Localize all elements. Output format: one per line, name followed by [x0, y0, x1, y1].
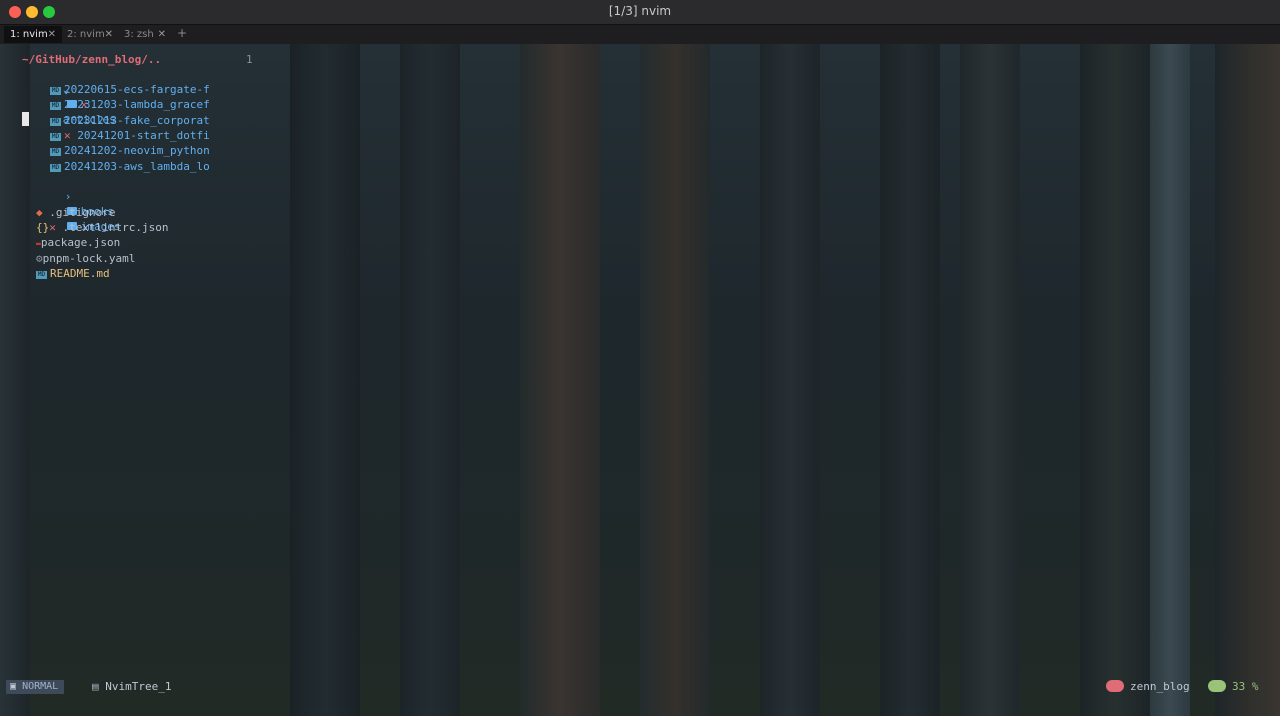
- tab-close-icon[interactable]: ✕: [105, 26, 113, 43]
- file-label: 20231203-lambda_gracef: [64, 98, 210, 111]
- tree-file[interactable]: ◆ .gitignore: [36, 205, 115, 220]
- current-buffer: ▤ NvimTree_1: [92, 678, 171, 696]
- file-label: .textlintrc.json: [62, 221, 169, 234]
- tab-3-zsh[interactable]: 3: zsh ✕: [118, 26, 172, 43]
- title-bar: [1/3] nvim: [0, 0, 1280, 25]
- vim-icon: ▣: [10, 681, 17, 692]
- file-label: 20241201-start_dotfi: [77, 129, 210, 142]
- tab-label: 2: nvim: [67, 29, 105, 40]
- position-indicator: 33 %: [1208, 678, 1259, 696]
- tab-close-icon[interactable]: ✕: [48, 26, 56, 43]
- tree-file[interactable]: {}✕ .textlintrc.json: [36, 220, 168, 235]
- markdown-icon: MD: [50, 164, 61, 172]
- nvim-tree-panel: ~/GitHub/zenn_blog/.. 1 ⌄ ✕ articles MD 2…: [0, 44, 1280, 674]
- gear-icon: ⚙: [36, 252, 43, 265]
- markdown-icon: MD: [36, 271, 47, 279]
- file-label: 20220615-ecs-fargate-f: [64, 83, 210, 96]
- tab-1-nvim[interactable]: 1: nvim ✕: [4, 26, 62, 43]
- file-label: package.json: [40, 236, 121, 249]
- position-percent: 33 %: [1232, 680, 1259, 693]
- project-icon: [1106, 680, 1124, 692]
- terminal-window: [1/3] nvim 1: nvim ✕ 2: nvim ✕ 3: zsh ✕ …: [0, 0, 1280, 716]
- cursor: [22, 112, 29, 126]
- markdown-icon: MD: [50, 148, 61, 156]
- tab-bar: 1: nvim ✕ 2: nvim ✕ 3: zsh ✕: [0, 25, 1280, 44]
- git-icon: ◆: [36, 206, 43, 219]
- file-label: 20241202-neovim_python: [64, 144, 210, 157]
- lines-icon: [1208, 680, 1226, 692]
- project-indicator: zenn_blog: [1106, 678, 1190, 696]
- tree-file[interactable]: MD 20231213-fake_corporat: [50, 113, 210, 128]
- git-status-icon: ✕: [64, 129, 71, 142]
- line-number: 1: [246, 53, 253, 66]
- tree-file[interactable]: MD 20241203-aws_lambda_lo: [50, 159, 210, 174]
- file-icon: ▤: [92, 680, 99, 693]
- tree-file[interactable]: MD 20241202-neovim_python: [50, 143, 210, 158]
- tree-file[interactable]: MD ✕ 20241201-start_dotfi: [50, 128, 210, 143]
- tab-close-icon[interactable]: ✕: [158, 26, 166, 43]
- tree-file[interactable]: ▬package.json: [36, 235, 120, 250]
- file-label: 20231213-fake_corporat: [64, 114, 210, 127]
- file-label: pnpm-lock.yaml: [42, 252, 136, 265]
- tree-file[interactable]: MD 20220615-ecs-fargate-f: [50, 82, 210, 97]
- tree-file[interactable]: MD README.md: [36, 266, 110, 281]
- tree-folder-books[interactable]: › books: [25, 174, 114, 218]
- file-label: 20241203-aws_lambda_lo: [64, 160, 210, 173]
- mode-label: NORMAL: [22, 681, 59, 692]
- tree-file[interactable]: MD 20231203-lambda_gracef: [50, 97, 210, 112]
- project-name: zenn_blog: [1130, 680, 1190, 693]
- status-line: ▣ NORMAL ▤ NvimTree_1 zenn_blog 33 %: [0, 678, 1280, 696]
- new-tab-button[interactable]: +: [177, 26, 187, 40]
- markdown-icon: MD: [50, 102, 61, 110]
- tree-file[interactable]: ⚙pnpm-lock.yaml: [36, 251, 135, 266]
- file-label: README.md: [50, 267, 110, 280]
- buffer-name: NvimTree_1: [105, 680, 172, 693]
- tree-folder-articles[interactable]: ⌄ ✕ articles: [23, 67, 116, 126]
- tree-folder-images[interactable]: › images: [25, 189, 121, 233]
- window-title: [1/3] nvim: [608, 4, 672, 18]
- tab-label: 3: zsh: [124, 29, 154, 40]
- json-icon: {}: [36, 221, 50, 234]
- markdown-icon: MD: [50, 87, 61, 95]
- markdown-icon: MD: [50, 133, 61, 141]
- tab-label: 1: nvim: [10, 29, 48, 40]
- git-status-icon: ✕: [49, 221, 56, 234]
- tab-2-nvim[interactable]: 2: nvim ✕: [61, 26, 119, 43]
- markdown-icon: MD: [50, 118, 61, 126]
- mode-indicator: ▣ NORMAL: [6, 680, 65, 694]
- file-label: .gitignore: [49, 206, 116, 219]
- tree-root-path[interactable]: ~/GitHub/zenn_blog/..: [22, 52, 161, 67]
